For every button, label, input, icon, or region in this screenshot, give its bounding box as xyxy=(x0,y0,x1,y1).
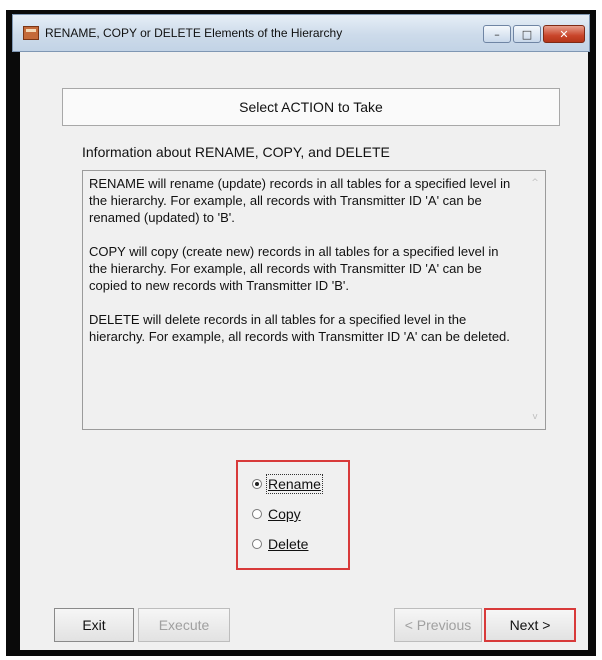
delete-description: DELETE will delete records in all tables… xyxy=(89,312,510,344)
action-radio-group: Rename Copy Delete xyxy=(236,460,350,570)
radio-rename[interactable]: Rename xyxy=(252,474,323,494)
exit-button[interactable]: Exit xyxy=(54,608,134,642)
radio-delete-label[interactable]: Delete xyxy=(268,536,308,552)
app-icon xyxy=(23,26,39,40)
scroll-up-arrow-icon[interactable]: ^ xyxy=(529,177,541,189)
radio-rename-label[interactable]: Rename xyxy=(266,474,323,494)
info-label: Information about RENAME, COPY, and DELE… xyxy=(82,144,390,160)
radio-copy[interactable]: Copy xyxy=(252,504,301,524)
copy-description: COPY will copy (create new) records in a… xyxy=(89,244,499,293)
previous-button[interactable]: < Previous xyxy=(394,608,482,642)
close-button[interactable]: ✕ xyxy=(543,25,585,43)
minimize-button[interactable]: – xyxy=(483,25,511,43)
radio-copy-circle[interactable] xyxy=(252,509,262,519)
action-header: Select ACTION to Take xyxy=(62,88,560,126)
rename-description: RENAME will rename (update) records in a… xyxy=(89,176,511,225)
radio-delete-circle[interactable] xyxy=(252,539,262,549)
dialog-client: Select ACTION to Take Information about … xyxy=(20,52,588,650)
radio-copy-label[interactable]: Copy xyxy=(268,506,301,522)
next-button[interactable]: Next > xyxy=(484,608,576,642)
title-bar[interactable]: RENAME, COPY or DELETE Elements of the H… xyxy=(12,14,590,52)
execute-button[interactable]: Execute xyxy=(138,608,230,642)
maximize-button[interactable]: □ xyxy=(513,25,541,43)
window-title: RENAME, COPY or DELETE Elements of the H… xyxy=(45,26,343,40)
scroll-down-arrow-icon[interactable]: v xyxy=(529,411,541,423)
info-content: RENAME will rename (update) records in a… xyxy=(89,175,515,362)
info-textbox[interactable]: RENAME will rename (update) records in a… xyxy=(82,170,546,430)
radio-rename-circle[interactable] xyxy=(252,479,262,489)
radio-delete[interactable]: Delete xyxy=(252,534,308,554)
